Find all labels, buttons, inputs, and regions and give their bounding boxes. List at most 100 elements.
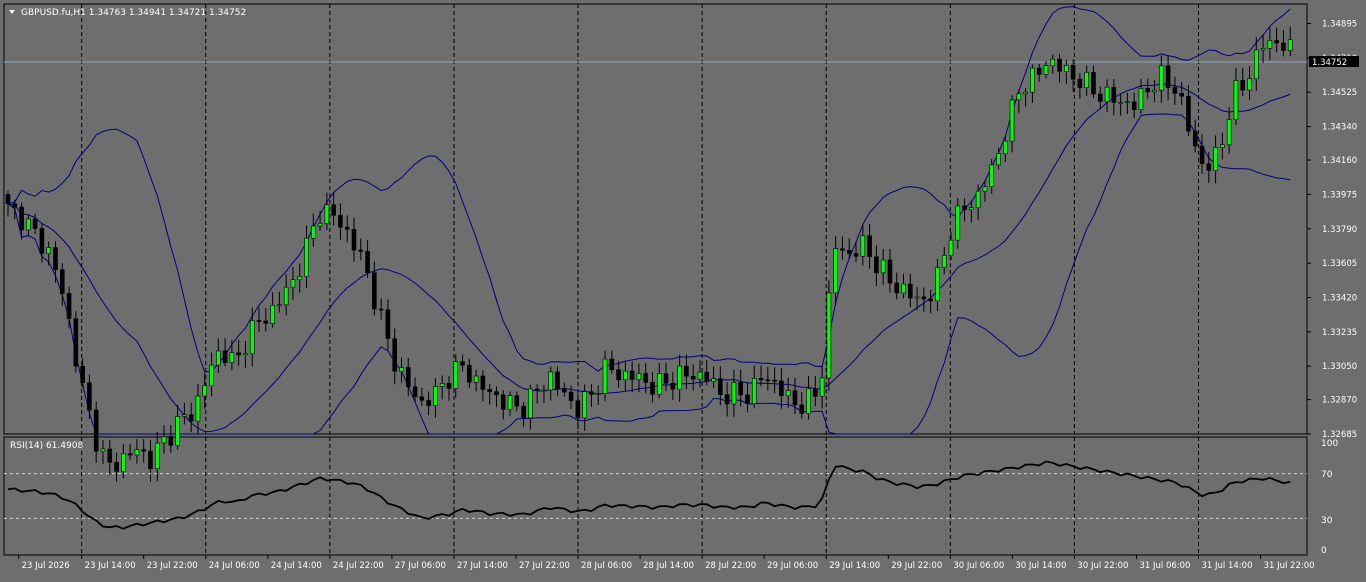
bull-candle	[819, 377, 825, 397]
bull-candle	[161, 436, 167, 444]
bear-candle	[358, 249, 364, 252]
bull-candle	[317, 223, 323, 227]
bear-candle	[1165, 65, 1171, 88]
bull-candle	[880, 259, 886, 274]
bear-candle	[378, 308, 384, 311]
bear-candle	[690, 375, 696, 380]
bull-candle	[121, 453, 126, 472]
price-axis: 1.348951.347101.345251.343401.341601.339…	[1307, 20, 1357, 440]
bull-candle	[711, 378, 716, 382]
bull-candle	[731, 382, 737, 405]
bear-candle	[338, 214, 343, 228]
bull-candle	[901, 283, 906, 294]
bull-candle	[439, 383, 445, 387]
bear-candle	[141, 449, 146, 452]
bull-candle	[399, 367, 404, 372]
bear-candle	[188, 414, 194, 422]
bull-candle	[969, 207, 974, 211]
bull-candle	[1043, 65, 1049, 75]
bull-candle	[1213, 147, 1218, 171]
bear-candle	[521, 405, 526, 419]
bull-candle	[249, 320, 255, 355]
bull-candle	[182, 414, 187, 417]
bear-candle	[1036, 67, 1042, 75]
bear-candle	[962, 205, 967, 211]
bear-candle	[1281, 42, 1286, 51]
bull-candle	[602, 358, 608, 394]
bear-candle	[1172, 87, 1178, 94]
chart-window[interactable]: 1.348951.347101.345251.343401.341601.339…	[0, 0, 1366, 578]
bear-candle	[365, 251, 370, 274]
time-tick-label: 24 Jul 14:00	[271, 561, 322, 571]
bull-candle	[1009, 99, 1015, 142]
bull-candle	[656, 373, 662, 395]
price-tick-label: 1.34525	[1322, 88, 1357, 98]
bull-candle	[697, 371, 703, 380]
bear-candle	[846, 250, 852, 254]
time-tick-label: 24 Jul 06:00	[209, 561, 260, 571]
bull-candle	[1138, 88, 1144, 110]
time-tick-label: 27 Jul 22:00	[519, 561, 570, 571]
bear-candle	[487, 389, 492, 392]
bull-candle	[948, 239, 954, 256]
bear-candle	[73, 318, 79, 367]
bull-candle	[1118, 102, 1123, 104]
bear-candle	[718, 378, 723, 395]
bear-candle	[168, 436, 174, 446]
bear-candle	[1206, 163, 1212, 171]
bull-candle	[26, 218, 31, 231]
bull-candle	[806, 388, 811, 414]
bull-candle	[270, 305, 275, 324]
rsi-level-70: 70	[1321, 470, 1333, 480]
rsi-level-100: 100	[1321, 439, 1338, 449]
bear-candle	[813, 388, 818, 397]
bear-candle	[500, 394, 506, 410]
time-tick-label: 23 Jul 14:00	[85, 561, 136, 571]
bear-candle	[114, 461, 119, 472]
bear-candle	[222, 350, 228, 364]
bear-candle	[874, 256, 879, 274]
bear-candle	[514, 395, 520, 407]
bull-candle	[582, 391, 587, 419]
bear-candle	[745, 394, 750, 404]
bear-candle	[426, 399, 431, 406]
bear-candle	[772, 379, 777, 382]
bear-candle	[867, 235, 872, 258]
bull-candle	[304, 237, 309, 277]
bull-candle	[297, 276, 303, 281]
bear-candle	[1274, 40, 1279, 44]
time-tick-label: 29 Jul 22:00	[891, 561, 942, 571]
bear-candle	[93, 409, 99, 452]
bull-candle	[677, 365, 682, 390]
bear-candle	[405, 367, 411, 388]
price-tick-label: 1.33790	[1322, 225, 1357, 235]
bear-candle	[53, 247, 58, 271]
time-tick-label: 28 Jul 06:00	[581, 561, 632, 571]
bear-candle	[32, 218, 38, 229]
bull-candle	[826, 292, 832, 379]
bear-candle	[331, 204, 336, 216]
price-tick-label: 1.33050	[1322, 362, 1357, 372]
bull-candle	[935, 267, 940, 302]
bull-candle	[1152, 89, 1157, 93]
bull-candle	[1247, 78, 1252, 91]
bear-candle	[1199, 145, 1205, 165]
bull-candle	[1287, 39, 1293, 51]
bull-candle	[310, 225, 316, 239]
price-panel-frame	[3, 3, 1308, 435]
bear-candle	[1186, 95, 1191, 132]
bull-candle	[1260, 48, 1266, 51]
bear-candle	[1179, 92, 1184, 97]
time-tick-label: 23 Jul 22:00	[147, 561, 198, 571]
bull-candle	[914, 296, 920, 299]
bull-candle	[1064, 65, 1069, 72]
bull-candle	[243, 353, 248, 356]
bear-candle	[792, 390, 798, 406]
bear-candle	[419, 396, 425, 401]
bull-candle	[1050, 58, 1056, 67]
bull-candle	[1267, 40, 1273, 49]
chart-canvas[interactable]: 1.348951.347101.345251.343401.341601.339…	[0, 0, 1366, 578]
bull-candle	[1220, 144, 1225, 148]
bull-candle	[175, 416, 180, 446]
time-tick-label: 31 Jul 14:00	[1202, 561, 1253, 571]
